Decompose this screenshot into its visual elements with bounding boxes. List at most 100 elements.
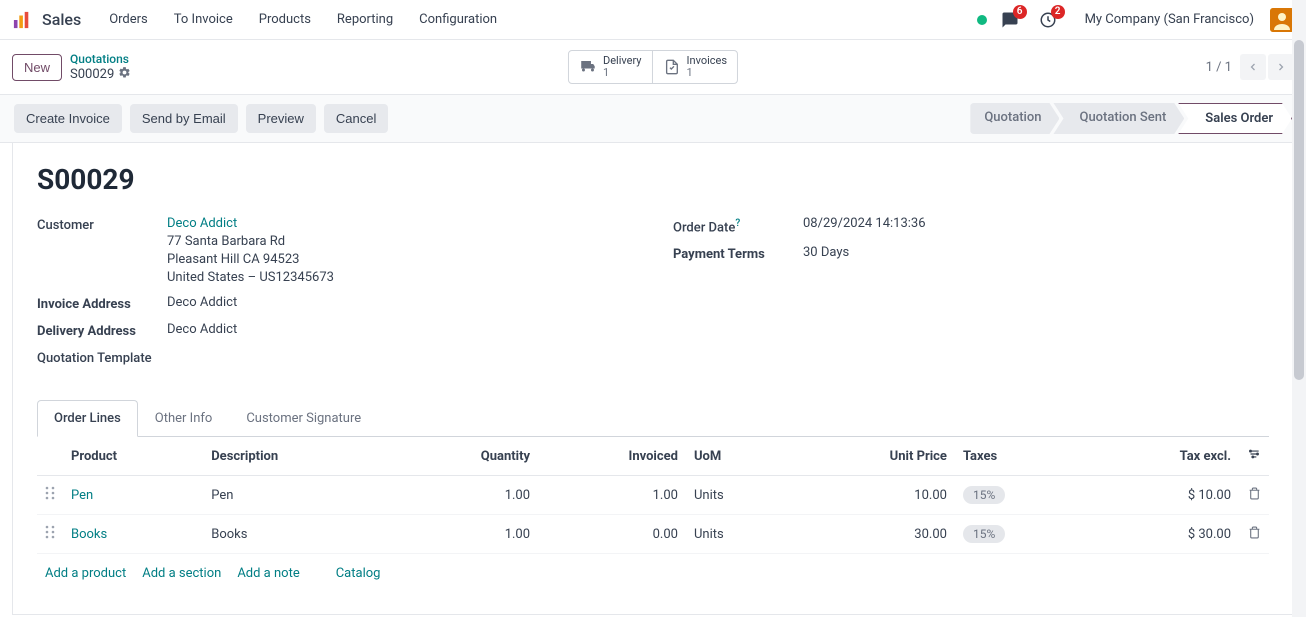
order-lines-table: Product Description Quantity Invoiced Uo… — [37, 437, 1269, 554]
col-tax-excl: Tax excl. — [1087, 437, 1239, 476]
product-link[interactable]: Books — [71, 527, 107, 542]
tab-order-lines[interactable]: Order Lines — [37, 400, 138, 437]
col-uom: UoM — [686, 437, 789, 476]
cell-taxes[interactable]: 15% — [955, 476, 1087, 515]
pager-next-button[interactable] — [1268, 54, 1294, 80]
nav-configuration[interactable]: Configuration — [409, 6, 507, 33]
order-date-label: Order Date — [673, 220, 735, 235]
delivery-addr-value[interactable]: Deco Addict — [167, 322, 633, 337]
activities-icon[interactable]: 2 — [1037, 9, 1059, 31]
pager: 1 / 1 — [1206, 54, 1294, 80]
cell-description[interactable]: Books — [203, 515, 390, 554]
new-button[interactable]: New — [12, 54, 62, 81]
payment-terms-value[interactable]: 30 Days — [803, 245, 1269, 260]
form-area: S00029 Customer Deco Addict 77 Santa Bar… — [12, 143, 1294, 615]
activities-badge: 2 — [1051, 5, 1065, 19]
delete-row-icon[interactable] — [1248, 528, 1261, 543]
breadcrumb-current: S00029 — [70, 67, 114, 82]
stage-sales-order[interactable]: Sales Order — [1178, 103, 1292, 134]
stat-invoices-value: 1 — [687, 67, 728, 79]
drag-handle-icon[interactable] — [37, 515, 63, 554]
table-row[interactable]: Pen Pen 1.00 1.00 Units 10.00 15% $ 10.0… — [37, 476, 1269, 515]
columns-options-icon[interactable] — [1247, 450, 1261, 465]
status-flow: Quotation Quotation Sent Sales Order — [970, 103, 1292, 134]
help-icon[interactable]: ? — [735, 218, 740, 229]
customer-addr-1: 77 Santa Barbara Rd — [167, 234, 633, 249]
nav-orders[interactable]: Orders — [99, 6, 158, 33]
pager-prev-button[interactable] — [1240, 54, 1266, 80]
create-invoice-button[interactable]: Create Invoice — [14, 104, 122, 133]
customer-link[interactable]: Deco Addict — [167, 216, 237, 231]
stage-quotation-sent[interactable]: Quotation Sent — [1053, 103, 1184, 134]
order-date-value[interactable]: 08/29/2024 14:13:36 — [803, 216, 1269, 231]
app-title[interactable]: Sales — [42, 10, 81, 29]
messaging-icon[interactable]: 6 — [999, 9, 1021, 31]
stat-invoices[interactable]: Invoices 1 — [653, 51, 738, 83]
record-title: S00029 — [37, 163, 1269, 196]
send-by-email-button[interactable]: Send by Email — [130, 104, 238, 133]
col-invoiced: Invoiced — [538, 437, 686, 476]
cell-taxes[interactable]: 15% — [955, 515, 1087, 554]
tab-other-info[interactable]: Other Info — [138, 400, 230, 437]
stat-delivery[interactable]: Delivery 1 — [569, 51, 653, 83]
cell-unit-price[interactable]: 30.00 — [789, 515, 955, 554]
invoice-addr-value[interactable]: Deco Addict — [167, 295, 633, 310]
stat-buttons: Delivery 1 Invoices 1 — [568, 50, 738, 84]
col-quantity: Quantity — [391, 437, 539, 476]
breadcrumb: Quotations S00029 — [70, 52, 131, 83]
cell-uom[interactable]: Units — [686, 515, 789, 554]
pager-text: 1 / 1 — [1206, 60, 1232, 75]
control-bar: New Quotations S00029 Delivery 1 Invoice… — [0, 40, 1306, 94]
product-link[interactable]: Pen — [71, 488, 93, 503]
customer-addr-3: United States – US12345673 — [167, 270, 633, 285]
cell-tax-excl: $ 30.00 — [1087, 515, 1239, 554]
drag-handle-icon[interactable] — [37, 476, 63, 515]
cell-unit-price[interactable]: 10.00 — [789, 476, 955, 515]
nav-products[interactable]: Products — [249, 6, 321, 33]
add-links-row: Add a product Add a section Add a note C… — [37, 554, 1269, 593]
page-scrollbar-thumb[interactable] — [1294, 40, 1304, 380]
tab-customer-signature[interactable]: Customer Signature — [229, 400, 378, 437]
user-avatar[interactable] — [1270, 8, 1294, 32]
delivery-addr-label: Delivery Address — [37, 322, 167, 339]
invoice-icon — [663, 58, 681, 76]
add-note-link[interactable]: Add a note — [237, 566, 299, 581]
stage-quotation[interactable]: Quotation — [970, 103, 1059, 134]
col-unit-price: Unit Price — [789, 437, 955, 476]
truck-icon — [579, 58, 597, 76]
add-product-link[interactable]: Add a product — [45, 566, 126, 581]
tabs: Order Lines Other Info Customer Signatur… — [37, 400, 1269, 437]
nav-to-invoice[interactable]: To Invoice — [164, 6, 243, 33]
cell-quantity[interactable]: 1.00 — [391, 476, 539, 515]
company-switcher[interactable]: My Company (San Francisco) — [1085, 12, 1254, 27]
page-scrollbar-track — [1292, 0, 1306, 617]
action-bar: Create Invoice Send by Email Preview Can… — [0, 94, 1306, 143]
delete-row-icon[interactable] — [1248, 489, 1261, 504]
nav-reporting[interactable]: Reporting — [327, 6, 403, 33]
col-product: Product — [63, 437, 203, 476]
invoice-addr-label: Invoice Address — [37, 295, 167, 312]
col-taxes: Taxes — [955, 437, 1087, 476]
preview-button[interactable]: Preview — [246, 104, 316, 133]
cell-uom[interactable]: Units — [686, 476, 789, 515]
quote-template-label: Quotation Template — [37, 349, 167, 366]
col-description: Description — [203, 437, 390, 476]
cell-quantity[interactable]: 1.00 — [391, 515, 539, 554]
customer-addr-2: Pleasant Hill CA 94523 — [167, 252, 633, 267]
cell-description[interactable]: Pen — [203, 476, 390, 515]
cancel-button[interactable]: Cancel — [324, 104, 388, 133]
gear-icon[interactable] — [118, 66, 131, 83]
breadcrumb-parent[interactable]: Quotations — [70, 52, 131, 66]
table-row[interactable]: Books Books 1.00 0.00 Units 30.00 15% $ … — [37, 515, 1269, 554]
cell-tax-excl: $ 10.00 — [1087, 476, 1239, 515]
payment-terms-label: Payment Terms — [673, 245, 803, 262]
cell-invoiced: 1.00 — [538, 476, 686, 515]
cell-invoiced: 0.00 — [538, 515, 686, 554]
catalog-link[interactable]: Catalog — [336, 566, 381, 581]
top-nav: Sales Orders To Invoice Products Reporti… — [0, 0, 1306, 40]
app-logo-icon — [12, 10, 32, 30]
add-section-link[interactable]: Add a section — [142, 566, 221, 581]
customer-label: Customer — [37, 216, 167, 233]
presence-dot-icon — [977, 15, 987, 25]
messaging-badge: 6 — [1013, 5, 1027, 19]
